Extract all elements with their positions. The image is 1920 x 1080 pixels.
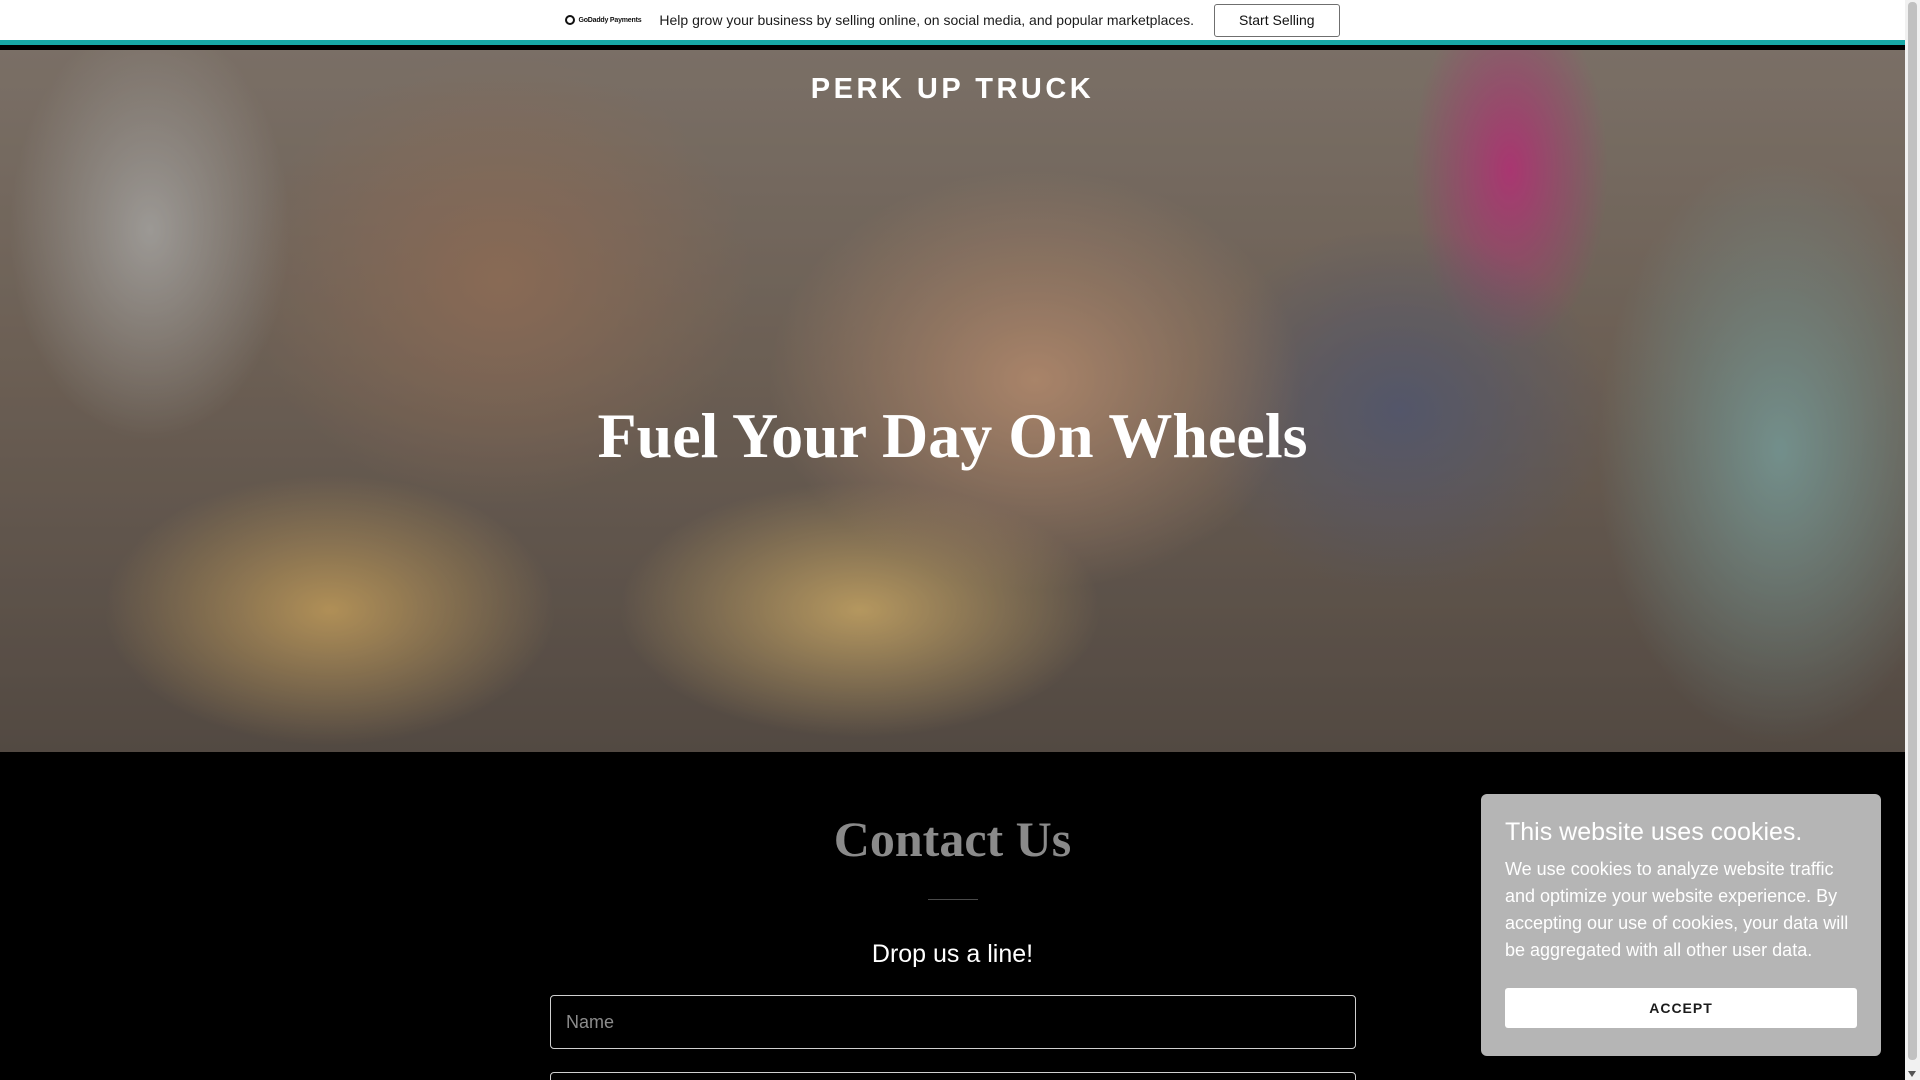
email-input[interactable] [550, 1072, 1356, 1080]
accept-cookies-button[interactable]: ACCEPT [1505, 988, 1857, 1028]
godaddy-logo-icon [565, 15, 576, 25]
promo-bar: GoDaddy Payments Help grow your business… [0, 0, 1905, 45]
scroll-thumb[interactable] [1908, 2, 1917, 1060]
cookie-body: We use cookies to analyze website traffi… [1505, 859, 1849, 960]
logo-text: GoDaddy Payments [578, 16, 642, 24]
promo-message: Help grow your business by selling onlin… [659, 12, 1195, 28]
hero-headline: Fuel Your Day On Wheels [597, 400, 1308, 471]
cookie-title: This website uses cookies. [1505, 818, 1803, 846]
page-scrollbar[interactable] [1905, 0, 1920, 1080]
name-input[interactable] [550, 995, 1356, 1049]
site-brand[interactable]: PERK UP TRUCK [0, 73, 1905, 106]
cookie-banner: This website uses cookies. We use cookie… [1481, 794, 1881, 1056]
hero-section: PERK UP TRUCK Fuel Your Day On Wheels [0, 50, 1905, 752]
divider [928, 899, 978, 900]
godaddy-payments-logo: GoDaddy Payments [565, 15, 642, 25]
start-selling-button[interactable]: Start Selling [1214, 3, 1340, 37]
scroll-down-icon[interactable] [1908, 1071, 1916, 1077]
